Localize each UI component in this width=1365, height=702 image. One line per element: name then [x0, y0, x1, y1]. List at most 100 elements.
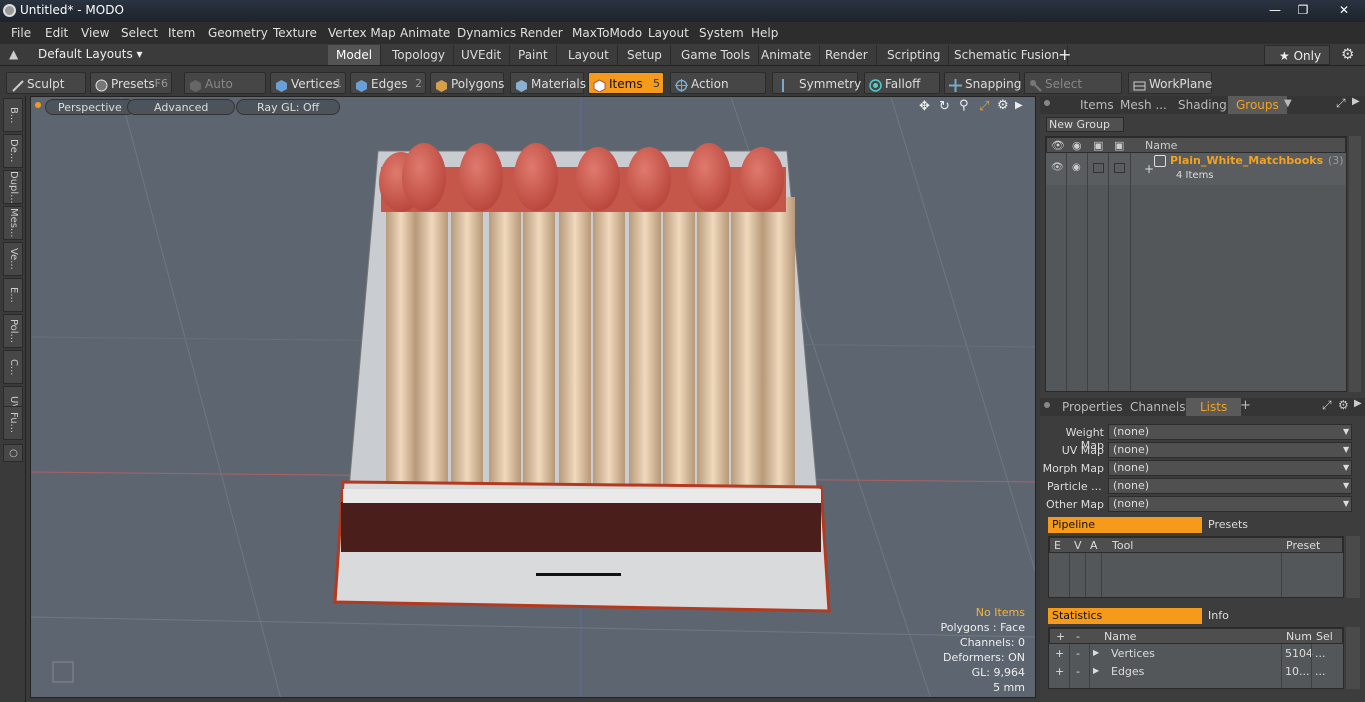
lists-menu-dot-icon[interactable] — [1044, 402, 1050, 408]
sculpt-button[interactable]: Sculpt — [6, 72, 86, 94]
tab-paint[interactable]: Paint — [510, 45, 557, 65]
raygl-button[interactable]: Ray GL: Off — [236, 99, 341, 115]
viewport-options-gear-icon[interactable]: ⚙ — [997, 98, 1009, 113]
move-view-icon[interactable]: ✥ — [919, 99, 930, 114]
groups-expand-icon[interactable]: ⤢ — [1336, 96, 1346, 111]
advanced-button[interactable]: Advanced — [127, 99, 236, 115]
tab-game-tools[interactable]: Game Tools — [673, 45, 760, 65]
vtab-deform[interactable]: De... — [3, 134, 23, 168]
add-panel-tab-icon[interactable]: + — [1240, 398, 1251, 413]
row-select-checkbox[interactable] — [1114, 163, 1125, 173]
snapping-button[interactable]: Snapping — [944, 72, 1021, 94]
edges-button[interactable]: Edges 2 — [350, 72, 426, 94]
tab-setup[interactable]: Setup — [619, 45, 671, 65]
viewport-menu-dot-icon[interactable] — [35, 102, 41, 108]
pipeline-scrollbar[interactable] — [1346, 536, 1360, 598]
groups-scrollbar[interactable] — [1349, 136, 1361, 392]
menu-view[interactable]: View — [81, 26, 109, 40]
tab-uvedit[interactable]: UVEdit — [453, 45, 511, 65]
workplane-button[interactable]: WorkPlane — [1128, 72, 1212, 94]
groups-menu-dot-icon[interactable] — [1044, 100, 1050, 106]
vtab-mesh[interactable]: Mes... — [3, 206, 23, 240]
select-through-button[interactable]: Select Through — [1024, 72, 1122, 113]
menu-maxtomodo[interactable]: MaxToModo — [572, 26, 642, 40]
uv-map-dropdown[interactable]: (none) — [1108, 442, 1352, 458]
items-button[interactable]: Items 5 — [588, 72, 664, 94]
tab-properties[interactable]: Properties — [1054, 398, 1131, 416]
vtab-curve[interactable]: C... — [3, 350, 23, 384]
symmetry-button[interactable]: Symmetry — [772, 72, 861, 94]
vertices-button[interactable]: Vertices 1 — [270, 72, 346, 94]
row-expand-plus-icon[interactable]: + — [1055, 665, 1064, 678]
menu-layout[interactable]: Layout — [648, 26, 689, 40]
statistics-tab[interactable]: Statistics — [1048, 608, 1202, 624]
row-collapse-minus-icon[interactable]: - — [1076, 665, 1080, 678]
lock-icon[interactable]: ▣ — [1093, 139, 1103, 152]
perspective-button[interactable]: Perspective — [45, 99, 135, 115]
group-row[interactable]: 👁 ◉ + Plain_White_Matchbooks (3) ... 4 I… — [1046, 153, 1346, 185]
menu-vertex-map[interactable]: Vertex Map — [328, 26, 396, 40]
row-lock-checkbox[interactable] — [1093, 163, 1104, 173]
falloff-button[interactable]: Falloff — [864, 72, 940, 94]
menu-edit[interactable]: Edit — [45, 26, 68, 40]
pipeline-tab[interactable]: Pipeline — [1048, 517, 1202, 533]
menu-render[interactable]: Render — [520, 26, 563, 40]
vtab-polygon[interactable]: Pol... — [3, 314, 23, 348]
new-group-button[interactable]: New Group — [1046, 117, 1124, 132]
render-icon[interactable]: ◉ — [1072, 139, 1082, 152]
tab-channels[interactable]: Channels — [1122, 398, 1194, 416]
tab-layout[interactable]: Layout — [560, 45, 618, 65]
tab-render[interactable]: Render — [817, 45, 877, 65]
info-tab[interactable]: Info — [1204, 608, 1344, 624]
expand-plus-icon[interactable]: + — [1144, 162, 1154, 176]
visibility-eye-icon[interactable]: 👁 — [1051, 139, 1065, 152]
menu-help[interactable]: Help — [751, 26, 778, 40]
vtab-vertex[interactable]: Ve... — [3, 242, 23, 276]
polygons-button[interactable]: Polygons — [430, 72, 504, 94]
col-minus[interactable]: - — [1076, 630, 1080, 643]
tab-scripting[interactable]: Scripting — [879, 45, 950, 65]
default-layouts-dropdown[interactable]: Default Layouts ▾ — [38, 47, 143, 61]
menu-file[interactable]: File — [11, 26, 31, 40]
menu-geometry[interactable]: Geometry — [208, 26, 268, 40]
tab-lists[interactable]: Lists — [1186, 398, 1242, 416]
vtab-toggle-icon[interactable]: ○ — [3, 444, 23, 462]
groups-tab-dropdown-icon[interactable]: ▼ — [1284, 98, 1292, 109]
settings-gear-icon[interactable]: ⚙ — [1341, 45, 1354, 63]
row-collapse-minus-icon[interactable]: - — [1076, 647, 1080, 660]
tab-schematic-fusion[interactable]: Schematic Fusion — [946, 45, 1069, 65]
tab-animate[interactable]: Animate — [753, 45, 821, 65]
other-map-dropdown[interactable]: (none) — [1108, 496, 1352, 512]
menu-item[interactable]: Item — [168, 26, 195, 40]
lists-more-icon[interactable]: ▶ — [1354, 398, 1362, 409]
tab-model[interactable]: Model — [328, 45, 382, 65]
tab-topology[interactable]: Topology — [384, 45, 454, 65]
zoom-view-icon[interactable]: ⚲ — [959, 98, 969, 113]
groups-more-icon[interactable]: ▶ — [1352, 96, 1360, 107]
close-button[interactable]: ✕ — [1326, 2, 1362, 19]
minimize-button[interactable]: — — [1262, 2, 1288, 19]
action-center-button[interactable]: Action Center — [670, 72, 766, 113]
menu-dynamics[interactable]: Dynamics — [457, 26, 516, 40]
statistics-scrollbar[interactable] — [1346, 627, 1360, 689]
add-tab-icon[interactable]: + — [1058, 45, 1071, 64]
auto-select-button[interactable]: Auto Select — [184, 72, 266, 113]
vtab-edge[interactable]: E... — [3, 278, 23, 312]
col-plus[interactable]: + — [1056, 630, 1065, 643]
row-triangle-icon[interactable]: ▶ — [1093, 648, 1099, 657]
maximize-button[interactable]: ❐ — [1290, 2, 1316, 19]
menu-system[interactable]: System — [699, 26, 744, 40]
presets-tab[interactable]: Presets — [1204, 517, 1344, 533]
3d-viewport[interactable]: Perspective Advanced Ray GL: Off ✥ ↻ ⚲ ⤢… — [30, 96, 1036, 698]
morph-map-dropdown[interactable]: (none) — [1108, 460, 1352, 476]
row-render-icon[interactable]: ◉ — [1072, 162, 1081, 173]
viewport-more-icon[interactable]: ▶ — [1015, 100, 1023, 111]
menu-animate[interactable]: Animate — [400, 26, 450, 40]
row-triangle-icon[interactable]: ▶ — [1093, 666, 1099, 675]
materials-button[interactable]: Materials — [510, 72, 586, 94]
vtab-duplicate[interactable]: Dupl... — [3, 170, 23, 204]
weight-map-dropdown[interactable]: (none) — [1108, 424, 1352, 440]
lists-expand-icon[interactable]: ⤢ — [1322, 398, 1332, 413]
fit-view-icon[interactable]: ⤢ — [979, 99, 989, 114]
only-toggle[interactable]: ★ Only — [1264, 45, 1330, 65]
